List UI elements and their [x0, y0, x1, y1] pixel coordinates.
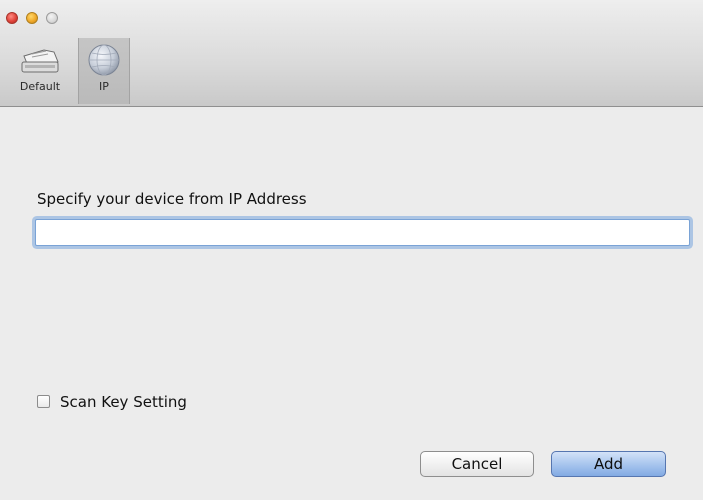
toolbar-item-ip[interactable]: IP [78, 38, 130, 104]
minimize-icon[interactable] [26, 12, 38, 24]
ip-address-input[interactable] [35, 219, 690, 246]
zoom-icon[interactable] [46, 12, 58, 24]
scan-key-setting-checkbox[interactable] [37, 395, 50, 408]
globe-icon [88, 44, 120, 76]
toolbar-item-label: Default [19, 80, 61, 93]
toolbar: Default IP [0, 0, 703, 107]
scan-key-setting-label[interactable]: Scan Key Setting [60, 393, 187, 411]
cancel-button[interactable]: Cancel [420, 451, 534, 477]
scanner-icon [21, 49, 59, 73]
toolbar-item-label: IP [99, 80, 109, 93]
ip-address-label: Specify your device from IP Address [37, 190, 307, 208]
add-button[interactable]: Add [551, 451, 666, 477]
close-icon[interactable] [6, 12, 18, 24]
toolbar-item-default[interactable]: Default [4, 38, 76, 104]
add-device-window: Default IP Specify your device from IP A… [0, 0, 703, 500]
